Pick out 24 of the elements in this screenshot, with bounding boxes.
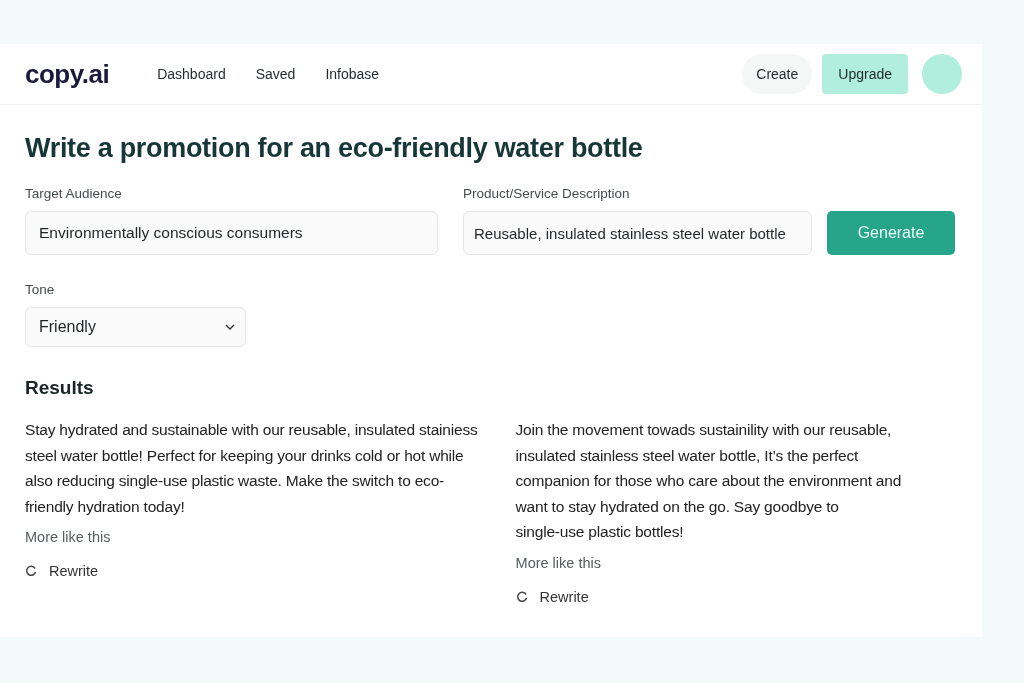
create-button[interactable]: Create [742, 54, 813, 94]
avatar[interactable] [922, 54, 962, 94]
tone-dropdown[interactable]: Friendly [25, 307, 246, 347]
more-like-this-link[interactable]: More like this [515, 554, 601, 571]
input-field[interactable]: Reusable, insulated stainless steel water bottle [463, 211, 812, 255]
more-like-this-link[interactable]: More like this [25, 529, 111, 545]
result-text: Stay hydrated and sustainable with our reusable, insulated stainiess steel water bottle! Perfect for keeping your drinks cold or hot while also reducing single-use plastic waste. Make the switch to eco- friendly hydration today! [25, 420, 478, 517]
logo[interactable]: copy.ai [25, 58, 110, 90]
refresh-icon [25, 565, 37, 577]
page-title: Write a promotion for an eco-friendly water bottle [25, 133, 644, 164]
nav-link[interactable]: Infobase [325, 66, 380, 82]
rewrite-button[interactable]: Rewrite [25, 563, 99, 579]
input-field[interactable]: Environmentally conscious consumers [25, 211, 438, 255]
chevron-down-icon [225, 324, 235, 330]
upgrade-button[interactable]: Upgrade [822, 54, 908, 94]
field-label: Product/Service Description [463, 186, 631, 201]
rewrite-button[interactable]: Rewrite [515, 588, 589, 605]
result-text: Join the movement towads sustainility with our reusable, insulated stainless steel water bottle, It’s the perfect companion for those who care about the environment and want to stay hydrated on the go. Say goodbye to single-use plastic bottles! [515, 420, 902, 542]
field-label: Target Audience [25, 186, 123, 201]
field-label: Tone [25, 282, 56, 297]
refresh-icon [515, 590, 528, 603]
section-heading: Results [25, 377, 95, 399]
nav-link[interactable]: Dashboard [157, 66, 226, 82]
nav-link[interactable]: Saved [255, 66, 296, 82]
